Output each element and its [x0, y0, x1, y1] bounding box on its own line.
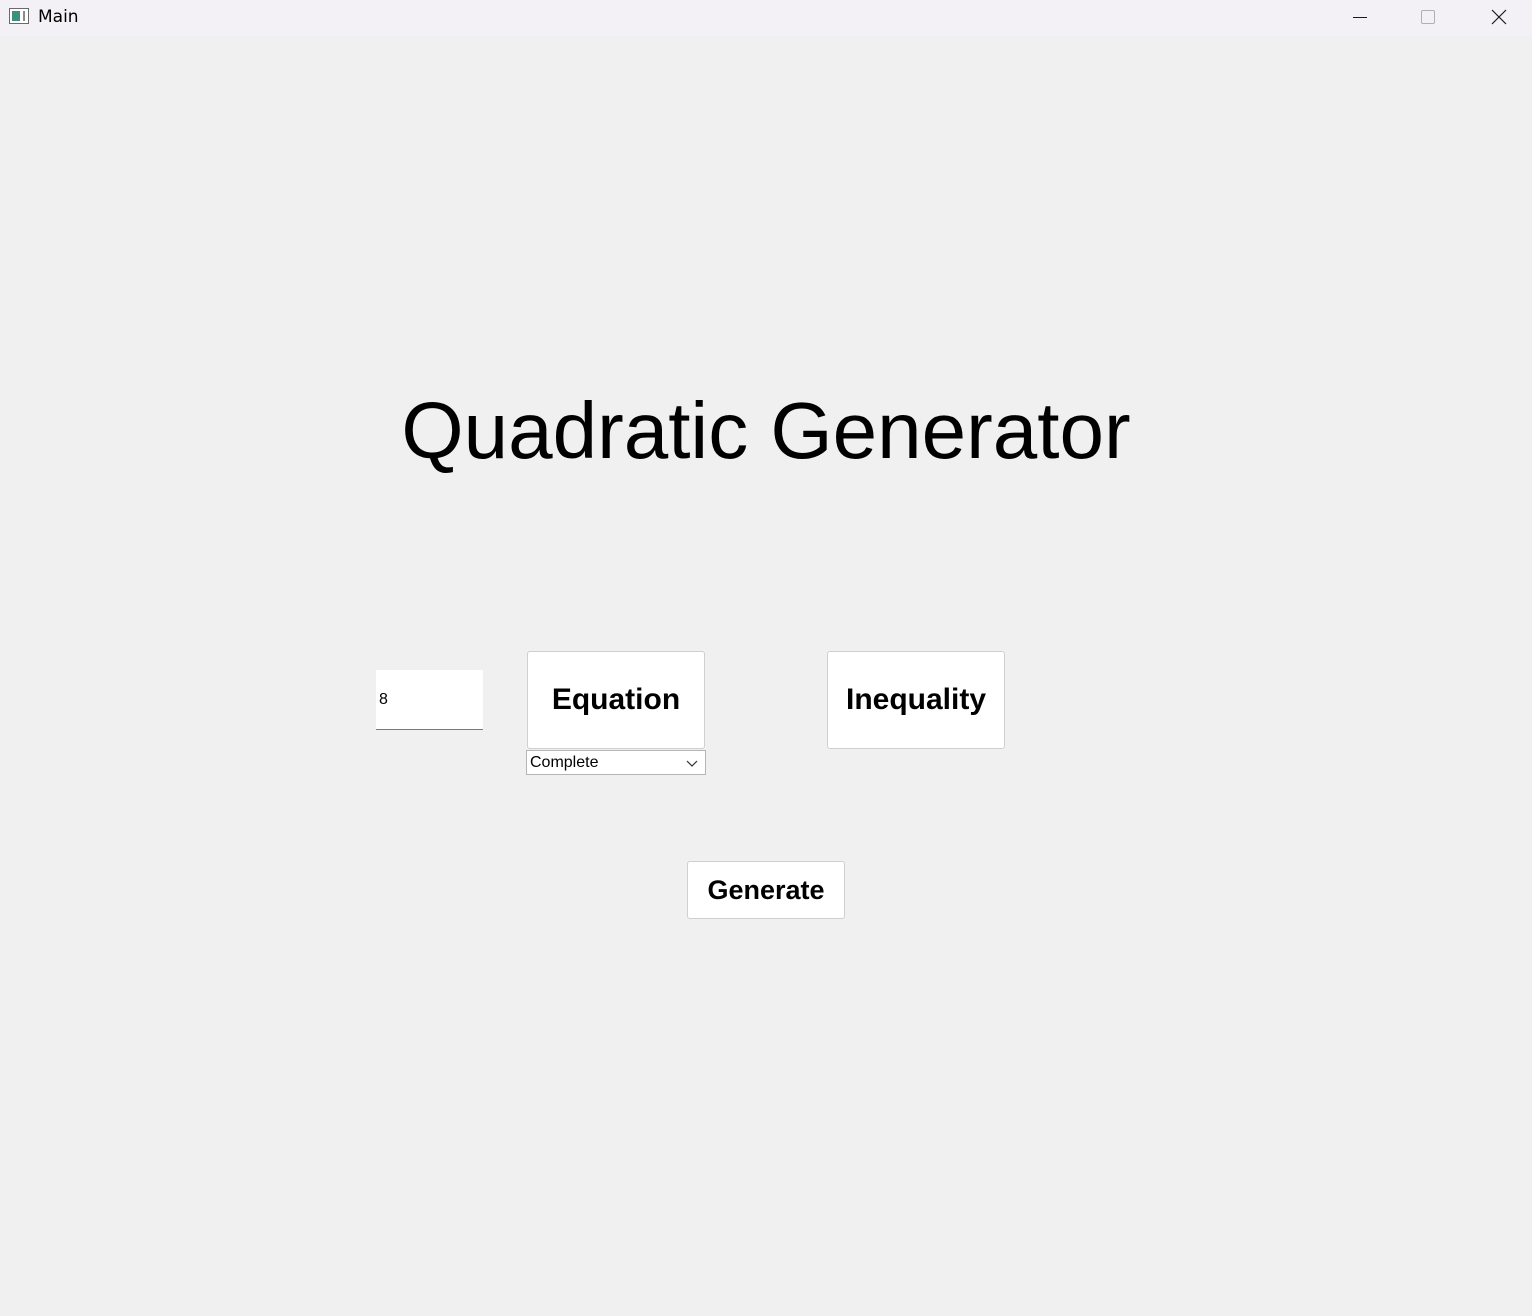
maximize-button[interactable] [1394, 0, 1464, 36]
type-select-value: Complete [530, 754, 599, 771]
chevron-down-icon [686, 760, 698, 767]
window-title: Main [38, 7, 79, 27]
inequality-button[interactable]: Inequality [827, 651, 1005, 749]
title-bar[interactable]: Main [0, 0, 1532, 36]
generate-button[interactable]: Generate [687, 861, 845, 919]
minimize-button[interactable] [1324, 0, 1394, 36]
maximize-icon [1421, 10, 1435, 24]
app-window-icon [9, 8, 29, 24]
close-icon [1491, 9, 1507, 25]
minimize-icon [1353, 17, 1367, 18]
count-input[interactable] [376, 670, 483, 730]
type-select[interactable]: Complete [526, 750, 706, 775]
main-window: Main Quadratic Generator Equation Inequa… [0, 0, 1532, 1316]
page-title: Quadratic Generator [401, 386, 1131, 475]
equation-button[interactable]: Equation [527, 651, 705, 749]
close-button[interactable] [1464, 0, 1532, 36]
